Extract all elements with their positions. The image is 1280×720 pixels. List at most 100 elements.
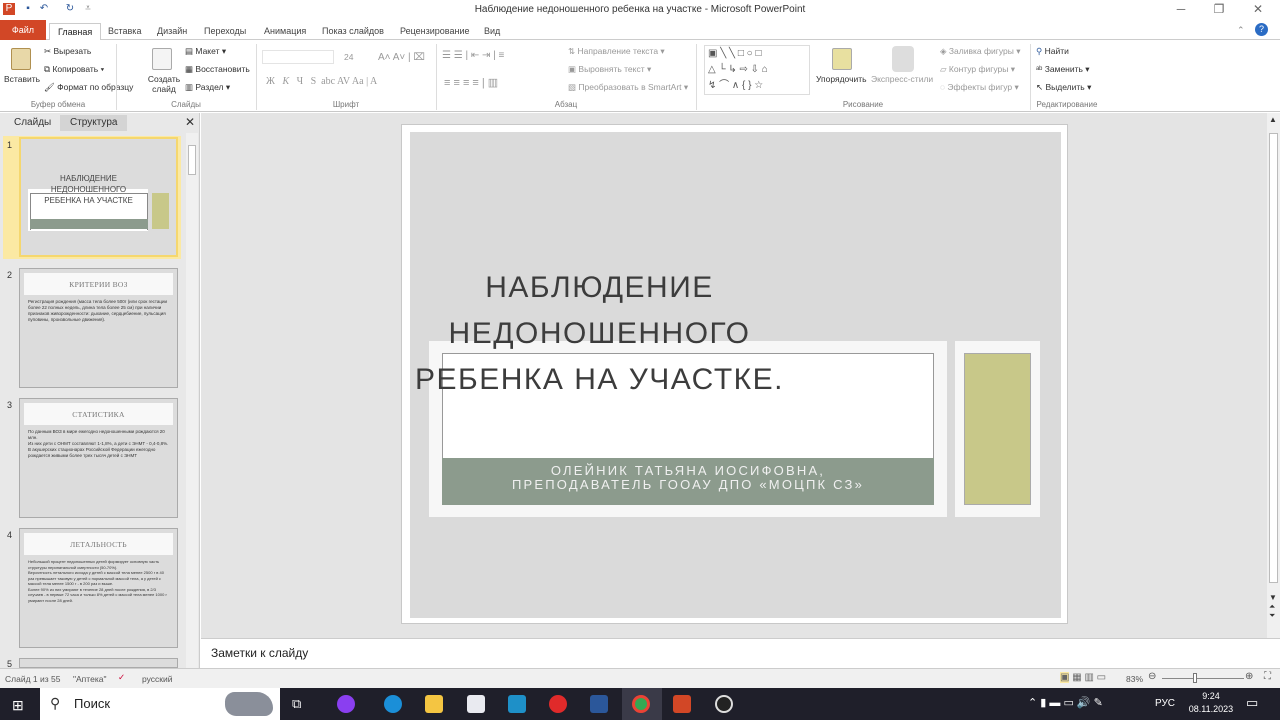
- task-view-icon[interactable]: ⧉: [292, 696, 301, 712]
- view-buttons[interactable]: ▣ ▦ ▥ ▭: [1060, 672, 1106, 683]
- arrange-icon[interactable]: [832, 48, 852, 70]
- copy-button[interactable]: ⧉ Копировать ▾: [44, 64, 104, 75]
- align-text-button[interactable]: ▣ Выровнять текст ▾: [568, 64, 651, 75]
- new-slide-button[interactable]: Создать слайд: [146, 74, 182, 94]
- smartart-button[interactable]: ▧ Преобразовать в SmartArt ▾: [568, 82, 688, 93]
- prev-next-slide-icons[interactable]: ▼ ⏶ ⏷: [1269, 593, 1277, 620]
- font-grow-shrink-buttons[interactable]: A˄ A˅ | ⌧: [378, 52, 425, 63]
- quick-styles-icon[interactable]: [892, 46, 914, 72]
- notes-placeholder[interactable]: Заметки к слайду: [211, 646, 308, 660]
- paste-button[interactable]: Вставить: [4, 74, 40, 84]
- file-explorer-icon[interactable]: [425, 695, 443, 713]
- help-icon[interactable]: ?: [1255, 23, 1268, 36]
- tab-slides[interactable]: Слайды: [4, 115, 62, 131]
- section-button[interactable]: ▥ Раздел ▾: [185, 82, 230, 93]
- thumbnail-number: 2: [7, 270, 13, 280]
- system-tray-icons[interactable]: ⌃ ▮ ▬ ▭ 🔊 ✎: [1028, 696, 1103, 709]
- scroll-up-icon[interactable]: ▲: [1269, 115, 1277, 124]
- word-icon[interactable]: [590, 695, 608, 713]
- shape-fill-button[interactable]: ◈ Заливка фигуры ▾: [940, 46, 1020, 57]
- thumb-heading: ЛЕТАЛЬНОСТЬ: [24, 533, 173, 555]
- tab-outline[interactable]: Структура: [60, 115, 128, 131]
- close-button[interactable]: ✕: [1243, 2, 1273, 18]
- slide-thumbnail-5[interactable]: [19, 658, 178, 668]
- layout-button[interactable]: ▤ Макет ▾: [185, 46, 226, 57]
- arrange-button[interactable]: Упорядочить: [816, 74, 867, 84]
- align-buttons[interactable]: ≡ ≡ ≡ ≡ | ▥: [444, 76, 498, 89]
- tab-design[interactable]: Дизайн: [149, 23, 195, 40]
- tab-review[interactable]: Рецензирование: [392, 23, 478, 40]
- panel-scroll-thumb[interactable]: [188, 145, 196, 175]
- zoom-slider[interactable]: [1162, 678, 1244, 679]
- format-painter-button[interactable]: 🖌 Формат по образцу: [44, 82, 133, 93]
- minimize-button[interactable]: ─: [1166, 2, 1196, 18]
- tab-animations[interactable]: Анимация: [256, 23, 314, 40]
- tab-home[interactable]: Главная: [49, 23, 102, 40]
- italic-button[interactable]: К: [282, 76, 289, 87]
- title-line: НЕДОНОШЕННОГО: [448, 317, 751, 350]
- find-button[interactable]: ⚲ Найти: [1036, 46, 1069, 57]
- cut-button[interactable]: ✂ Вырезать: [44, 46, 91, 57]
- paste-icon[interactable]: [11, 48, 31, 70]
- tab-file[interactable]: Файл: [0, 20, 46, 40]
- slide-thumbnail-1[interactable]: НАБЛЮДЕНИЕ НЕДОНОШЕННОГО РЕБЕНКА НА УЧАСТК…: [19, 137, 178, 257]
- spellcheck-icon[interactable]: ✓: [118, 672, 125, 683]
- shape-effects-button[interactable]: ◌ Эффекты фигур ▾: [940, 82, 1019, 93]
- bold-button[interactable]: Ж: [266, 76, 275, 87]
- font-name-box[interactable]: [262, 50, 334, 64]
- text-direction-button[interactable]: ⇅ Направление текста ▾: [568, 46, 665, 57]
- shape-outline-button[interactable]: ▱ Контур фигуры ▾: [940, 64, 1015, 75]
- select-button[interactable]: ↖ Выделить ▾: [1036, 82, 1091, 93]
- replace-button[interactable]: ᵃᵇ Заменить ▾: [1036, 64, 1090, 75]
- list-buttons[interactable]: ☰ ☰ | ⇤ ⇥ | ≡: [442, 50, 504, 61]
- zoom-in-icon[interactable]: ⊕: [1245, 671, 1253, 682]
- edge-icon[interactable]: [384, 695, 402, 713]
- manatee-illustration: [225, 692, 273, 716]
- new-slide-icon[interactable]: [152, 48, 172, 70]
- clock[interactable]: 9:24 08.11.2023: [1182, 690, 1240, 716]
- panel-scrollbar[interactable]: [186, 133, 198, 668]
- windows-start-icon[interactable]: ⊞: [12, 697, 24, 714]
- notes-pane[interactable]: Заметки к слайду: [201, 638, 1280, 668]
- align-text-label: Выровнять текст: [578, 64, 645, 74]
- thumb-title-line: НЕДОНОШЕННОГО: [50, 185, 127, 194]
- slide-thumbnail-3[interactable]: СТАТИСТИКА По данным ВОЗ в мире ежегодно…: [19, 398, 178, 518]
- slide-thumbnail-2[interactable]: КРИТЕРИИ ВОЗ Регистрация рождения (масса…: [19, 268, 178, 388]
- font-size-box[interactable]: 24: [344, 52, 353, 62]
- taskbar-search[interactable]: ⚲ Поиск: [40, 688, 280, 720]
- mail-icon[interactable]: [508, 695, 526, 713]
- slide[interactable]: НАБЛЮДЕНИЕ НЕДОНОШЕННОГО РЕБЕНКА НА УЧАС…: [401, 124, 1068, 624]
- recorder-icon[interactable]: [715, 695, 733, 713]
- format-buttons[interactable]: Ж К Ч S abc AV Aa | A: [266, 76, 377, 87]
- reset-button[interactable]: ▦ Восстановить: [185, 64, 250, 75]
- store-icon[interactable]: [467, 695, 485, 713]
- input-language[interactable]: РУС: [1155, 698, 1175, 709]
- tab-slideshow[interactable]: Показ слайдов: [314, 23, 392, 40]
- slide-scrollbar[interactable]: ▲ ▼ ⏶ ⏷: [1267, 113, 1280, 638]
- alice-icon[interactable]: [337, 695, 355, 713]
- collapse-ribbon-icon[interactable]: ⌃: [1237, 25, 1245, 36]
- tab-view[interactable]: Вид: [476, 23, 508, 40]
- zoom-level[interactable]: 83%: [1126, 674, 1143, 684]
- notifications-icon[interactable]: ▭: [1246, 695, 1258, 711]
- zoom-out-icon[interactable]: ⊖: [1148, 671, 1156, 682]
- quick-styles-button[interactable]: Экспресс-стили: [871, 74, 933, 84]
- underline-button[interactable]: Ч: [297, 76, 304, 87]
- chrome-icon[interactable]: [632, 695, 650, 713]
- maximize-button[interactable]: ❐: [1204, 2, 1234, 18]
- tab-insert[interactable]: Вставка: [100, 23, 149, 40]
- fit-to-window-icon[interactable]: ⛶: [1264, 671, 1271, 682]
- close-panel-icon[interactable]: ✕: [185, 115, 195, 129]
- yandex-icon[interactable]: [549, 695, 567, 713]
- scroll-thumb[interactable]: [1269, 133, 1278, 583]
- normal-view-icon[interactable]: ▣: [1060, 672, 1070, 683]
- shapes-gallery[interactable]: ▣ ╲ ╲ □ ○ □ △ └ ↳ ⇨ ⇩ ⌂ ↯ ⌒ ∧ { } ☆: [704, 45, 810, 95]
- slide-subtitle[interactable]: ОЛЕЙНИК ТАТЬЯНА ИОСИФОВНА, ПРЕПОДАВАТЕЛЬ…: [442, 464, 934, 492]
- language[interactable]: русский: [142, 674, 173, 684]
- slide-thumbnail-4[interactable]: ЛЕТАЛЬНОСТЬ Небольшой процент недоношенн…: [19, 528, 178, 648]
- slide-title[interactable]: НАБЛЮДЕНИЕ НЕДОНОШЕННОГО РЕБЕНКА НА УЧАС…: [274, 265, 925, 403]
- tab-transitions[interactable]: Переходы: [196, 23, 254, 40]
- powerpoint-taskbar-icon[interactable]: [673, 695, 691, 713]
- shadow-button[interactable]: S: [311, 76, 317, 87]
- zoom-slider-thumb[interactable]: [1193, 673, 1198, 683]
